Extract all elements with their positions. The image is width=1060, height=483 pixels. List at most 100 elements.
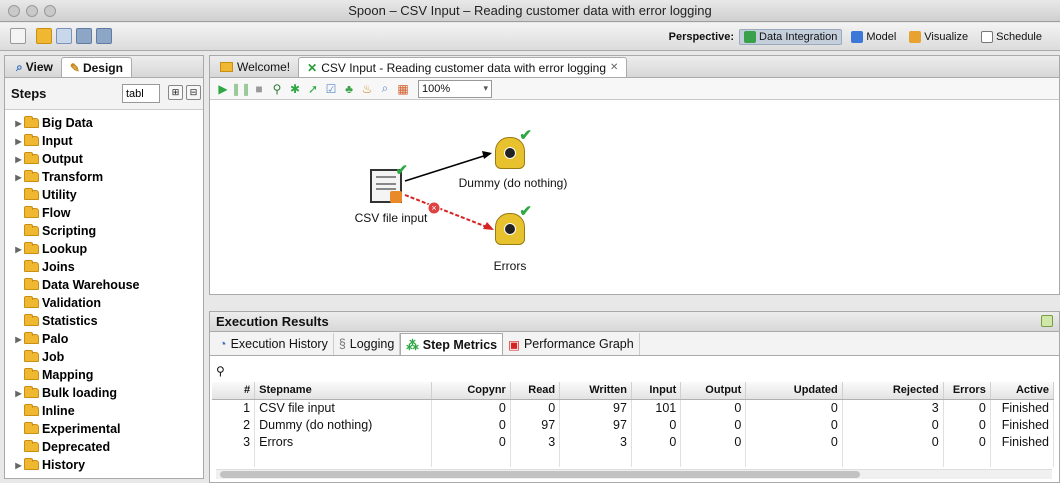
column-header-input[interactable]: Input xyxy=(631,382,682,400)
table-row[interactable]: 1 CSV file input 0 0 97 101 0 0 3 0 Finished xyxy=(212,399,1055,416)
tree-node-history[interactable]: ▶ History xyxy=(5,456,203,474)
tree-node-deprecated[interactable]: Deprecated xyxy=(5,438,203,456)
filter-icon[interactable]: ⚲ xyxy=(216,364,225,378)
scrollbar-thumb[interactable] xyxy=(220,471,860,478)
column-header-copynr[interactable]: Copynr xyxy=(431,382,511,400)
tree-node-scripting[interactable]: Scripting xyxy=(5,222,203,240)
editor-tabs: Welcome! ✕ CSV Input - Reading customer … xyxy=(210,56,1059,78)
save-icon[interactable] xyxy=(76,28,92,44)
tree-node-label: Flow xyxy=(42,206,71,220)
expand-arrow-icon[interactable]: ▶ xyxy=(13,461,24,470)
tree-node-lookup[interactable]: ▶ Lookup xyxy=(5,240,203,258)
expand-arrow-icon[interactable]: ▶ xyxy=(13,389,24,398)
transformation-canvas[interactable]: × ✔ CSV file input ✔ Dummy (do nothing) … xyxy=(210,101,1059,294)
tree-node-validation[interactable]: Validation xyxy=(5,294,203,312)
collapse-all-button[interactable]: ⊟ xyxy=(186,85,201,100)
cell-read: 3 xyxy=(510,433,561,450)
table-row[interactable]: 2 Dummy (do nothing) 0 97 97 0 0 0 0 0 Finished xyxy=(212,416,1055,433)
tree-node-job[interactable]: Job xyxy=(5,348,203,366)
explore-repository-icon[interactable] xyxy=(56,28,72,44)
tab-view[interactable]: ⌕ View xyxy=(8,57,61,77)
tab-design[interactable]: ✎ Design xyxy=(60,57,132,77)
replay-icon[interactable]: ➚ xyxy=(306,82,320,96)
open-folder-icon[interactable] xyxy=(36,28,52,44)
expand-arrow-icon[interactable]: ▶ xyxy=(13,173,24,182)
tree-node-big-data[interactable]: ▶ Big Data xyxy=(5,114,203,132)
errors-step[interactable]: ✔ xyxy=(495,203,532,245)
dummy-step[interactable]: ✔ xyxy=(495,127,532,169)
steps-filter-input[interactable] xyxy=(122,84,160,103)
tree-node-flow[interactable]: Flow xyxy=(5,204,203,222)
tab-logging[interactable]: § Logging xyxy=(334,333,401,355)
column-header-read[interactable]: Read xyxy=(510,382,561,400)
debug-icon[interactable]: ✱ xyxy=(288,82,302,96)
pause-icon[interactable]: ❚❚ xyxy=(231,82,251,96)
perspective-visualize[interactable]: Visualize xyxy=(905,30,972,44)
folder-icon xyxy=(24,170,39,182)
tree-node-data-warehouse[interactable]: Data Warehouse xyxy=(5,276,203,294)
folder-icon xyxy=(24,152,39,164)
tab-step-metrics[interactable]: ⁂ Step Metrics xyxy=(400,333,504,355)
execution-results-title: Execution Results xyxy=(216,314,329,329)
csv-file-input-step[interactable]: ✔ xyxy=(370,162,408,203)
sql-icon[interactable]: ♨ xyxy=(360,82,374,96)
tree-node-palo[interactable]: ▶ Palo xyxy=(5,330,203,348)
perspective-model[interactable]: Model xyxy=(847,30,900,44)
column-header-output[interactable]: Output xyxy=(680,382,747,400)
verify-icon[interactable]: ☑ xyxy=(324,82,338,96)
column-header-updated[interactable]: Updated xyxy=(745,382,843,400)
tree-node-bulk-loading[interactable]: ▶ Bulk loading xyxy=(5,384,203,402)
perspective-data-integration[interactable]: Data Integration xyxy=(739,29,843,45)
impact-icon[interactable]: ♣ xyxy=(342,82,356,96)
tree-node-inline[interactable]: Inline xyxy=(5,402,203,420)
perspective-schedule[interactable]: Schedule xyxy=(977,30,1046,44)
horizontal-scrollbar[interactable] xyxy=(216,469,1052,479)
tree-node-transform[interactable]: ▶ Transform xyxy=(5,168,203,186)
column-header-active[interactable]: Active xyxy=(990,382,1055,400)
grid-icon[interactable]: ▦ xyxy=(396,82,410,96)
column-header-[interactable]: # xyxy=(212,382,256,400)
expand-arrow-icon[interactable]: ▶ xyxy=(13,155,24,164)
dummy-icon xyxy=(504,147,516,159)
column-header-errors[interactable]: Errors xyxy=(943,382,991,400)
column-header-written[interactable]: Written xyxy=(559,382,632,400)
checkmark-icon: ✔ xyxy=(395,162,408,179)
tab-performance-graph[interactable]: ▣ Performance Graph xyxy=(503,333,640,355)
cell-errors: 0 xyxy=(943,433,991,450)
tree-node-mapping[interactable]: Mapping xyxy=(5,366,203,384)
maximize-panel-button[interactable] xyxy=(1041,315,1053,327)
stop-icon[interactable]: ■ xyxy=(252,82,266,96)
preview-icon[interactable]: ⚲ xyxy=(270,82,284,96)
column-header-rejected[interactable]: Rejected xyxy=(842,382,944,400)
tab-execution-history[interactable]: ◔ Execution History xyxy=(214,333,334,355)
step-metrics-table: # Stepname Copynr Read Written Input Output Upd… xyxy=(212,382,1055,467)
expand-arrow-icon[interactable]: ▶ xyxy=(13,335,24,344)
new-file-icon[interactable] xyxy=(10,28,26,44)
expand-arrow-icon[interactable]: ▶ xyxy=(13,137,24,146)
tree-node-statistics[interactable]: Statistics xyxy=(5,312,203,330)
cell-written: 3 xyxy=(559,433,632,450)
zoom-select[interactable]: 100% ▾ xyxy=(418,79,492,98)
expand-arrow-icon[interactable]: ▶ xyxy=(13,245,24,254)
tree-node-label: History xyxy=(42,458,86,472)
tree-node-experimental[interactable]: Experimental xyxy=(5,420,203,438)
tab-welcome[interactable]: Welcome! xyxy=(212,57,298,77)
tree-node-utility[interactable]: Utility xyxy=(5,186,203,204)
run-icon[interactable]: ▶ xyxy=(216,82,230,96)
zoom-window-button[interactable] xyxy=(44,5,56,17)
table-row[interactable]: 3 Errors 0 3 3 0 0 0 0 0 Finished xyxy=(212,433,1055,450)
explore-db-icon[interactable]: ⌕ xyxy=(378,81,392,96)
tree-node-output[interactable]: ▶ Output xyxy=(5,150,203,168)
column-header-stepname[interactable]: Stepname xyxy=(254,382,433,400)
minimize-window-button[interactable] xyxy=(26,5,38,17)
tab-transformation[interactable]: ✕ CSV Input - Reading customer data with… xyxy=(298,57,628,77)
folder-icon xyxy=(24,260,39,272)
close-tab-icon[interactable]: ✕ xyxy=(610,62,618,73)
expand-all-button[interactable]: ⊞ xyxy=(168,85,183,100)
close-window-button[interactable] xyxy=(8,5,20,17)
save-as-icon[interactable] xyxy=(96,28,112,44)
tree-node-input[interactable]: ▶ Input xyxy=(5,132,203,150)
empty-cell xyxy=(631,450,682,467)
expand-arrow-icon[interactable]: ▶ xyxy=(13,119,24,128)
tree-node-joins[interactable]: Joins xyxy=(5,258,203,276)
